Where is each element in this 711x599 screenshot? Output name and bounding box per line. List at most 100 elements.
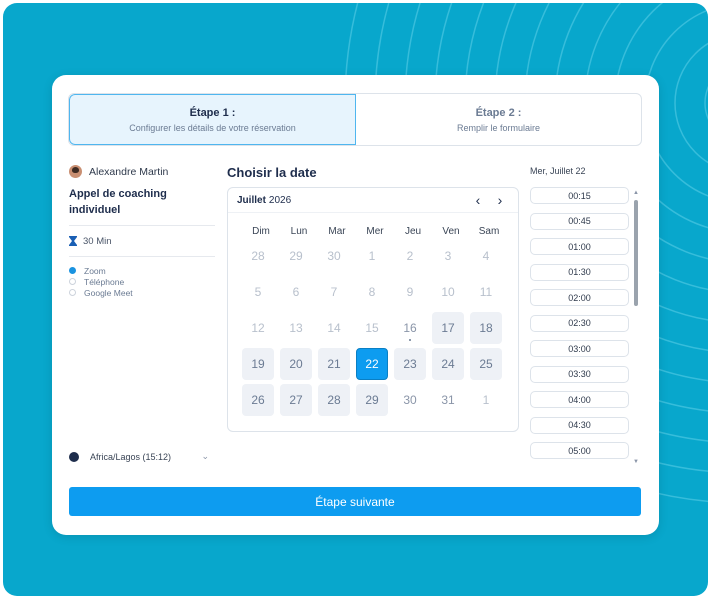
host-info: Alexandre Martin [69, 165, 215, 178]
weekday-label: Dim [252, 226, 270, 237]
scroll-down-icon[interactable]: ▼ [632, 459, 640, 465]
calendar-day: 8 [368, 285, 376, 299]
radio-icon[interactable] [69, 278, 76, 285]
calendar-day[interactable]: 26 [242, 384, 274, 416]
calendar-day[interactable]: 25 [470, 348, 502, 380]
calendar: Juillet 2026 ‹ › Dim Lun Mar Mer Jeu Ven Sam 2… [227, 187, 519, 432]
time-slot-button[interactable]: 04:00 [530, 391, 629, 408]
calendar-day[interactable]: 28 [318, 384, 350, 416]
event-details: Alexandre Martin Appel de coaching indiv… [69, 165, 215, 298]
step-1-tab[interactable]: Étape 1 : Configurer les détails de votr… [69, 94, 356, 145]
chevron-down-icon: ⌄ [201, 451, 209, 461]
hourglass-icon [69, 236, 77, 246]
calendar-day[interactable]: 19 [242, 348, 274, 380]
calendar-day: 13 [289, 321, 303, 335]
time-slot-button[interactable]: 02:00 [530, 289, 629, 306]
radio-icon[interactable] [69, 289, 76, 296]
calendar-day: 14 [327, 321, 341, 335]
time-slot-button[interactable]: 01:00 [530, 238, 629, 255]
calendar-day: 29 [289, 249, 303, 263]
weekday-label: Lun [290, 226, 308, 237]
scrollbar-thumb[interactable] [634, 200, 638, 306]
scroll-up-icon[interactable]: ▲ [632, 190, 640, 196]
calendar-year: 2026 [268, 194, 292, 206]
date-heading: Choisir la date [227, 165, 317, 180]
calendar-day: 31 [441, 393, 455, 407]
time-slot-button[interactable]: 03:30 [530, 365, 629, 383]
weekday-label: Mar [328, 226, 346, 237]
step-indicator: Étape 1 : Configurer les détails de votr… [68, 93, 642, 146]
calendar-day: 15 [365, 321, 379, 335]
divider [69, 256, 215, 257]
calendar-day: 28 [251, 249, 265, 263]
weekday-row: Dim Lun Mar Mer Jeu Ven Sam [228, 226, 518, 237]
time-slot-button[interactable]: 00:15 [530, 187, 629, 204]
time-slot-button[interactable]: 01:30 [530, 263, 629, 281]
step-2-title: Étape 2 : [475, 106, 522, 119]
timezone-value: Africa/Lagos (15:12) [90, 451, 172, 462]
duration-label: 30 Min [83, 235, 112, 247]
globe-icon [69, 451, 79, 462]
time-slot-list: 00:15 00:45 01:00 01:30 02:00 02:30 03:00 03:30… [530, 187, 632, 462]
calendar-day[interactable]: 21 [318, 348, 350, 380]
weekday-label: Jeu [404, 226, 422, 237]
location-label: Google Meet [84, 287, 133, 298]
calendar-day[interactable]: 22 [356, 348, 388, 380]
step-2-tab[interactable]: Étape 2 : Remplir le formulaire [356, 94, 641, 145]
location-option-telephone[interactable]: Téléphone [69, 276, 215, 287]
calendar-month: Juillet [237, 194, 266, 206]
calendar-day: 16 [394, 312, 426, 344]
location-option-zoom[interactable]: Zoom [69, 265, 215, 276]
booking-card: Étape 1 : Configurer les détails de votr… [52, 75, 659, 535]
prev-month-chevron-left-icon[interactable]: ‹ [467, 192, 489, 208]
time-slot-button[interactable]: 02:30 [530, 314, 629, 332]
calendar-day: 10 [441, 285, 455, 299]
weekday-label: Mer [366, 226, 384, 237]
scrollbar[interactable]: ▲ ▼ [632, 190, 640, 465]
time-slot-button[interactable]: 05:00 [530, 442, 629, 459]
calendar-day: 6 [292, 285, 300, 299]
calendar-header: Juillet 2026 ‹ › [228, 188, 518, 213]
radio-selected-icon[interactable] [69, 267, 76, 274]
calendar-day: 7 [330, 285, 338, 299]
avatar [69, 165, 82, 178]
calendar-day[interactable]: 23 [394, 348, 426, 380]
weekday-label: Sam [478, 226, 500, 237]
calendar-day: 2 [406, 249, 414, 263]
step-1-title: Étape 1 : [189, 106, 236, 119]
calendar-day: 9 [406, 285, 414, 299]
location-label: Zoom [84, 265, 106, 276]
step-1-subtitle: Configurer les détails de votre réservat… [129, 122, 296, 133]
calendar-day[interactable]: 17 [432, 312, 464, 344]
timezone-select[interactable]: Africa/Lagos (15:12) ⌄ [69, 451, 209, 462]
calendar-day: 30 [403, 393, 417, 407]
calendar-nav: ‹ › [467, 192, 511, 208]
time-slot-button[interactable]: 00:45 [530, 212, 629, 230]
calendar-day[interactable]: 27 [280, 384, 312, 416]
calendar-day: 12 [251, 321, 265, 335]
calendar-day: 1 [482, 393, 490, 407]
calendar-day[interactable]: 24 [432, 348, 464, 380]
calendar-day: 11 [479, 285, 493, 299]
slots-date-label: Mer, Juillet 22 [530, 166, 586, 176]
time-slot-button[interactable]: 03:00 [530, 340, 629, 357]
step-2-subtitle: Remplir le formulaire [456, 122, 541, 133]
calendar-day[interactable]: 20 [280, 348, 312, 380]
calendar-day: 4 [482, 249, 490, 263]
next-step-button[interactable]: Étape suivante [69, 487, 641, 516]
calendar-day[interactable]: 18 [470, 312, 502, 344]
location-label: Téléphone [84, 276, 125, 287]
calendar-day: 1 [368, 249, 376, 263]
calendar-day: 30 [327, 249, 341, 263]
calendar-day: 3 [444, 249, 452, 263]
event-title: Appel de coaching individuel [69, 188, 167, 216]
calendar-day[interactable]: 29 [356, 384, 388, 416]
next-month-chevron-right-icon[interactable]: › [489, 192, 511, 208]
weekday-label: Ven [442, 226, 460, 237]
calendar-day: 5 [254, 285, 262, 299]
duration-row: 30 Min [69, 226, 215, 256]
time-slot-button[interactable]: 04:30 [530, 416, 629, 434]
host-name: Alexandre Martin [89, 165, 169, 178]
location-option-google-meet[interactable]: Google Meet [69, 287, 215, 298]
location-options: Zoom Téléphone Google Meet [69, 265, 215, 298]
